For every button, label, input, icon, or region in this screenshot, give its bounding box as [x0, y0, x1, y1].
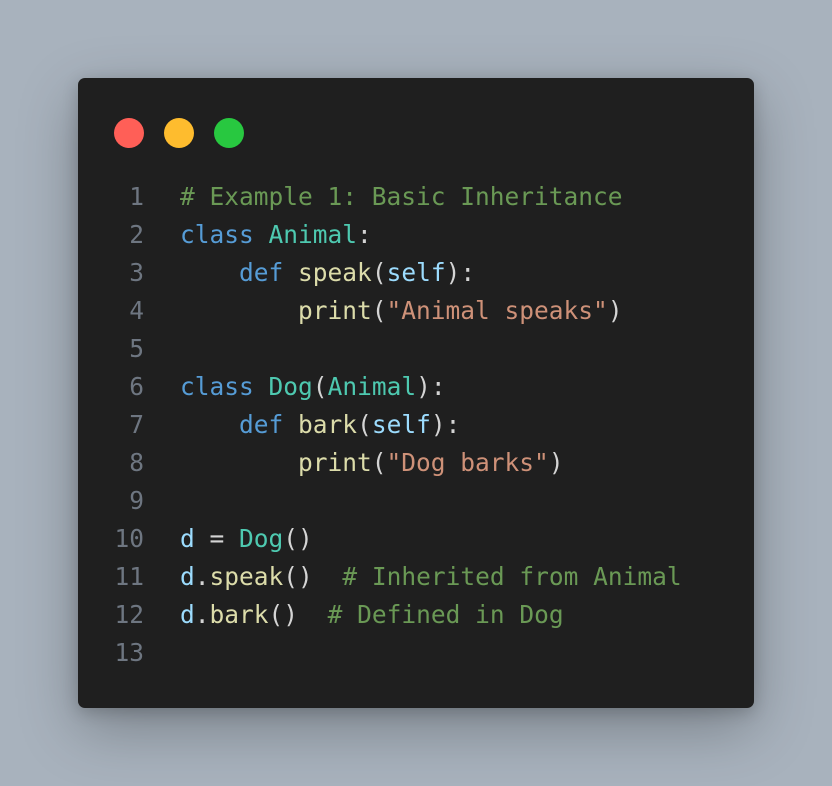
code-token: () — [283, 562, 343, 591]
code-token: d — [180, 524, 195, 553]
code-token: print — [298, 296, 372, 325]
code-token: ) — [548, 448, 564, 477]
line-source: def bark(self): — [180, 406, 460, 444]
line-number: 1 — [129, 182, 144, 211]
code-token: "Dog barks" — [386, 448, 549, 477]
line-number: 13 — [114, 638, 144, 667]
code-token: def — [239, 258, 284, 287]
code-token: = — [194, 524, 240, 553]
line-source: # Example 1: Basic Inheritance — [180, 178, 623, 216]
code-token: : — [357, 220, 372, 249]
code-token: self — [371, 410, 431, 439]
code-token: ): — [445, 258, 476, 287]
code-token: # Inherited from Animal — [342, 562, 682, 591]
code-token: ( — [371, 296, 387, 325]
code-token: Animal — [268, 220, 358, 249]
code-token: class — [180, 372, 254, 401]
code-token: class — [180, 220, 254, 249]
code-token: # Defined in Dog — [327, 600, 564, 629]
code-token: Animal — [327, 372, 417, 401]
code-token: ( — [312, 372, 328, 401]
code-token: print — [298, 448, 372, 477]
minimize-dot-icon[interactable] — [164, 118, 194, 148]
line-number: 6 — [129, 372, 144, 401]
line-source: print("Dog barks") — [180, 444, 564, 482]
code-token: "Animal speaks" — [386, 296, 608, 325]
line-number: 3 — [129, 258, 144, 287]
code-token: self — [386, 258, 446, 287]
line-source: d.bark() # Defined in Dog — [180, 596, 564, 634]
line-number: 9 — [129, 486, 144, 515]
line-source: d.speak() # Inherited from Animal — [180, 558, 682, 596]
maximize-dot-icon[interactable] — [214, 118, 244, 148]
code-token: ): — [430, 410, 461, 439]
code-token: d — [180, 600, 195, 629]
code-token: ( — [357, 410, 372, 439]
line-source: class Dog(Animal): — [180, 368, 446, 406]
code-token: bark — [298, 410, 358, 439]
code-token: # Example 1: Basic Inheritance — [180, 182, 623, 211]
line-number: 4 — [129, 296, 144, 325]
code-token: speak — [298, 258, 372, 287]
code-token: Dog — [239, 524, 284, 553]
code-token: () — [283, 524, 313, 553]
code-token: ): — [416, 372, 446, 401]
code-window: 1 # Example 1: Basic Inheritance 2 class An… — [78, 78, 754, 708]
code-token: () — [268, 600, 328, 629]
code-token: def — [239, 410, 284, 439]
line-source: d = Dog() — [180, 520, 313, 558]
code-token: ) — [607, 296, 623, 325]
line-number: 11 — [114, 562, 144, 591]
code-token: speak — [209, 562, 284, 591]
line-number: 10 — [114, 524, 144, 553]
code-token: . — [194, 562, 210, 591]
line-number: 8 — [129, 448, 144, 477]
line-number: 5 — [129, 334, 144, 363]
close-dot-icon[interactable] — [114, 118, 144, 148]
code-token: d — [180, 562, 195, 591]
code-token: Dog — [268, 372, 313, 401]
line-number: 2 — [129, 220, 144, 249]
code-token: ( — [371, 258, 387, 287]
line-source: print("Animal speaks") — [180, 292, 623, 330]
line-number: 12 — [114, 600, 144, 629]
line-number: 7 — [129, 410, 144, 439]
code-token: bark — [209, 600, 269, 629]
line-source: class Animal: — [180, 216, 372, 254]
line-source: def speak(self): — [180, 254, 475, 292]
code-token: . — [194, 600, 210, 629]
code-token: ( — [371, 448, 387, 477]
